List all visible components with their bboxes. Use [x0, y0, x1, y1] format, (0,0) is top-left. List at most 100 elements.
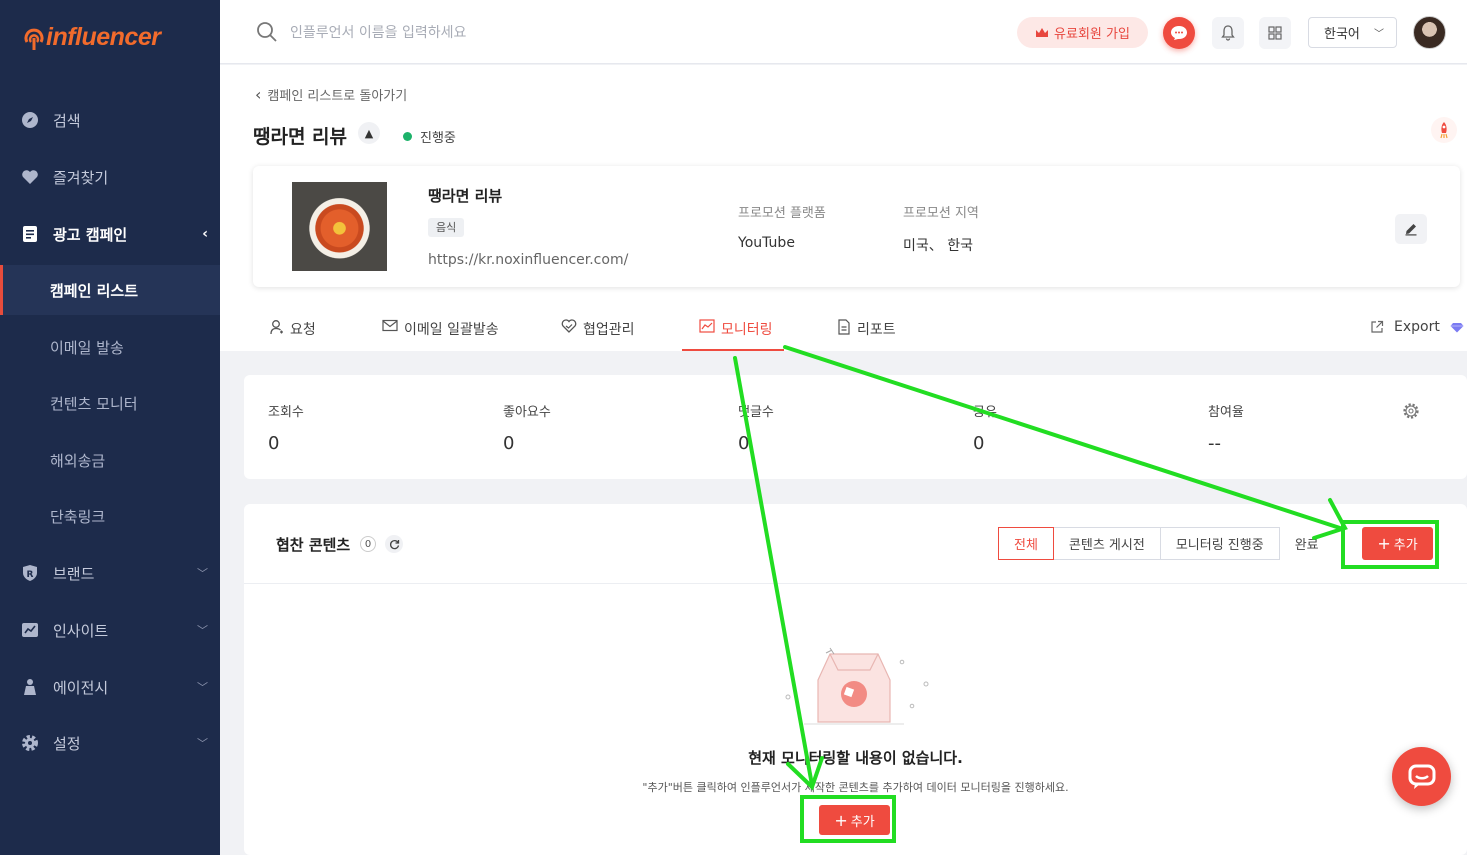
sidebar-subitem-content-monitor[interactable]: 컨텐츠 모니터: [0, 378, 220, 428]
sidebar-item-label: 인사이트: [53, 621, 109, 640]
product-url[interactable]: https://kr.noxinfluencer.com/: [428, 252, 628, 268]
category-tag: 음식: [428, 218, 465, 237]
divider: [244, 583, 1467, 584]
back-label: 캠페인 리스트로 돌아가기: [267, 89, 408, 104]
stat-shares-label: 공유: [973, 405, 997, 420]
gear-icon: [20, 733, 40, 753]
grid-icon: [1268, 26, 1282, 40]
sidebar-item-label: 설정: [53, 734, 81, 753]
add-label: 추가: [1393, 538, 1418, 553]
sidebar-item-insight[interactable]: 인사이트 ﹀: [0, 602, 220, 658]
chevron-down-icon: ﹀: [1374, 29, 1384, 40]
empty-state-illustration: [785, 647, 929, 725]
avatar[interactable]: [1413, 16, 1446, 49]
sidebar-subitem-label: 이메일 발송: [50, 338, 124, 357]
platform-value: YouTube: [738, 235, 795, 251]
back-link[interactable]: ‹ 캠페인 리스트로 돌아가기: [255, 85, 407, 104]
handshake-icon: [561, 319, 577, 333]
sidebar-item-settings[interactable]: 설정 ﹀: [0, 715, 220, 771]
diamond-icon: [1450, 322, 1464, 332]
apps-button[interactable]: [1259, 17, 1291, 49]
export-button[interactable]: Export: [1370, 319, 1464, 335]
top-bar: 유료회원 가입 한국어 ﹀: [220, 0, 1467, 64]
gear-icon[interactable]: [1402, 402, 1420, 420]
sidebar-subitem-label: 단축링크: [50, 507, 106, 526]
tab-collaboration[interactable]: 협업관리: [561, 313, 635, 351]
sidebar-item-agency[interactable]: 에이전시 ﹀: [0, 659, 220, 715]
search-icon[interactable]: [256, 21, 278, 43]
logo[interactable]: influencer: [24, 22, 161, 52]
sidebar-item-label: 에이전시: [53, 678, 109, 697]
sidebar-item-search[interactable]: 검색: [0, 92, 220, 148]
vip-signup-button[interactable]: 유료회원 가입: [1017, 17, 1148, 48]
message-button[interactable]: [1163, 17, 1195, 49]
stat-views-label: 조회수: [268, 405, 304, 420]
tab-label: 요청: [290, 322, 316, 338]
stat-likes-value: 0: [503, 433, 515, 454]
campaign-info-card: 땡라면 리뷰 음식 https://kr.noxinfluencer.com/ …: [253, 166, 1460, 287]
chat-bubble-icon: [1171, 26, 1187, 40]
stat-engagement-label: 참여율: [1208, 405, 1244, 420]
line-chart-icon: [699, 319, 715, 333]
stats-panel: 조회수 0 좋아요수 0 댓글수 0 공유 0 참여율 --: [244, 375, 1467, 479]
chat-bubble-icon: [1408, 764, 1435, 789]
empty-add-button[interactable]: + 추가: [819, 805, 890, 835]
user-icon: [270, 320, 283, 335]
chevron-down-icon: ﹀: [197, 681, 208, 694]
sidebar-item-campaign[interactable]: 광고 캠페인 ‹: [0, 206, 220, 262]
language-select[interactable]: 한국어 ﹀: [1308, 17, 1397, 48]
empty-state-description: "추가"버튼 클릭하여 인플루언서가 제작한 콘텐츠를 추가하여 데이터 모니터…: [642, 781, 1069, 794]
chevron-down-icon: ﹀: [197, 567, 208, 580]
tab-label: 리포트: [857, 322, 896, 338]
sidebar-subitem-remittance[interactable]: 해외송금: [0, 435, 220, 485]
compass-icon: [20, 110, 40, 130]
status-dot-icon: [403, 132, 412, 141]
export-label: Export: [1394, 319, 1440, 335]
stat-shares-value: 0: [973, 433, 985, 454]
person-icon: [20, 677, 40, 697]
region-label: 프로모션 지역: [903, 206, 979, 221]
chevron-down-icon: ﹀: [197, 624, 208, 637]
sidebar-subitem-campaign-list[interactable]: 캠페인 리스트: [0, 265, 220, 315]
section-title: 협찬 콘텐츠: [276, 536, 351, 554]
stat-comments-value: 0: [738, 433, 750, 454]
sidebar-subitem-shortlink[interactable]: 단축링크: [0, 491, 220, 541]
sidebar-subitem-email[interactable]: 이메일 발송: [0, 322, 220, 372]
pencil-icon: [1405, 224, 1417, 236]
notification-button[interactable]: [1212, 17, 1244, 49]
tab-label: 이메일 일괄발송: [404, 322, 499, 338]
filter-done[interactable]: 완료: [1279, 527, 1334, 560]
region-value: 미국、 한국: [903, 238, 973, 254]
sidebar-item-label: 브랜드: [53, 564, 95, 583]
edit-button[interactable]: [1395, 214, 1427, 244]
stat-engagement-value: --: [1208, 433, 1221, 454]
chevron-left-icon: ‹: [202, 226, 208, 242]
stat-likes-label: 좋아요수: [503, 405, 551, 420]
mail-icon: [382, 319, 398, 332]
sidebar-item-label: 즐겨찾기: [53, 168, 109, 187]
sidebar-subitem-label: 컨텐츠 모니터: [50, 394, 138, 413]
add-button[interactable]: + 추가: [1362, 527, 1433, 560]
filter-group: 전체 콘텐츠 게시전 모니터링 진행중 완료: [998, 527, 1334, 560]
rocket-icon[interactable]: [1431, 117, 1457, 143]
collapse-button[interactable]: ▲: [358, 122, 380, 144]
sidebar-item-favorites[interactable]: 즐겨찾기: [0, 149, 220, 205]
tab-request[interactable]: 요청: [270, 313, 316, 351]
filter-monitoring[interactable]: 모니터링 진행중: [1160, 527, 1280, 560]
tab-email[interactable]: 이메일 일괄발송: [382, 313, 499, 351]
empty-add-label: 추가: [850, 814, 875, 830]
tab-monitoring[interactable]: 모니터링: [682, 313, 784, 351]
refresh-icon[interactable]: [385, 535, 403, 553]
svg-text:R: R: [27, 570, 34, 580]
chevron-down-icon: ﹀: [197, 737, 208, 750]
status-label: 진행중: [420, 131, 456, 146]
chat-fab-button[interactable]: [1392, 747, 1451, 806]
sidebar-item-brand[interactable]: R 브랜드 ﹀: [0, 545, 220, 601]
tab-report[interactable]: 리포트: [837, 313, 896, 351]
sidebar-subitem-label: 캠페인 리스트: [50, 281, 139, 300]
filter-all[interactable]: 전체: [998, 527, 1054, 560]
filter-before-post[interactable]: 콘텐츠 게시전: [1053, 527, 1161, 560]
search-input[interactable]: [290, 20, 670, 46]
chevron-left-icon: ‹: [255, 85, 262, 104]
plus-icon: +: [834, 810, 848, 830]
